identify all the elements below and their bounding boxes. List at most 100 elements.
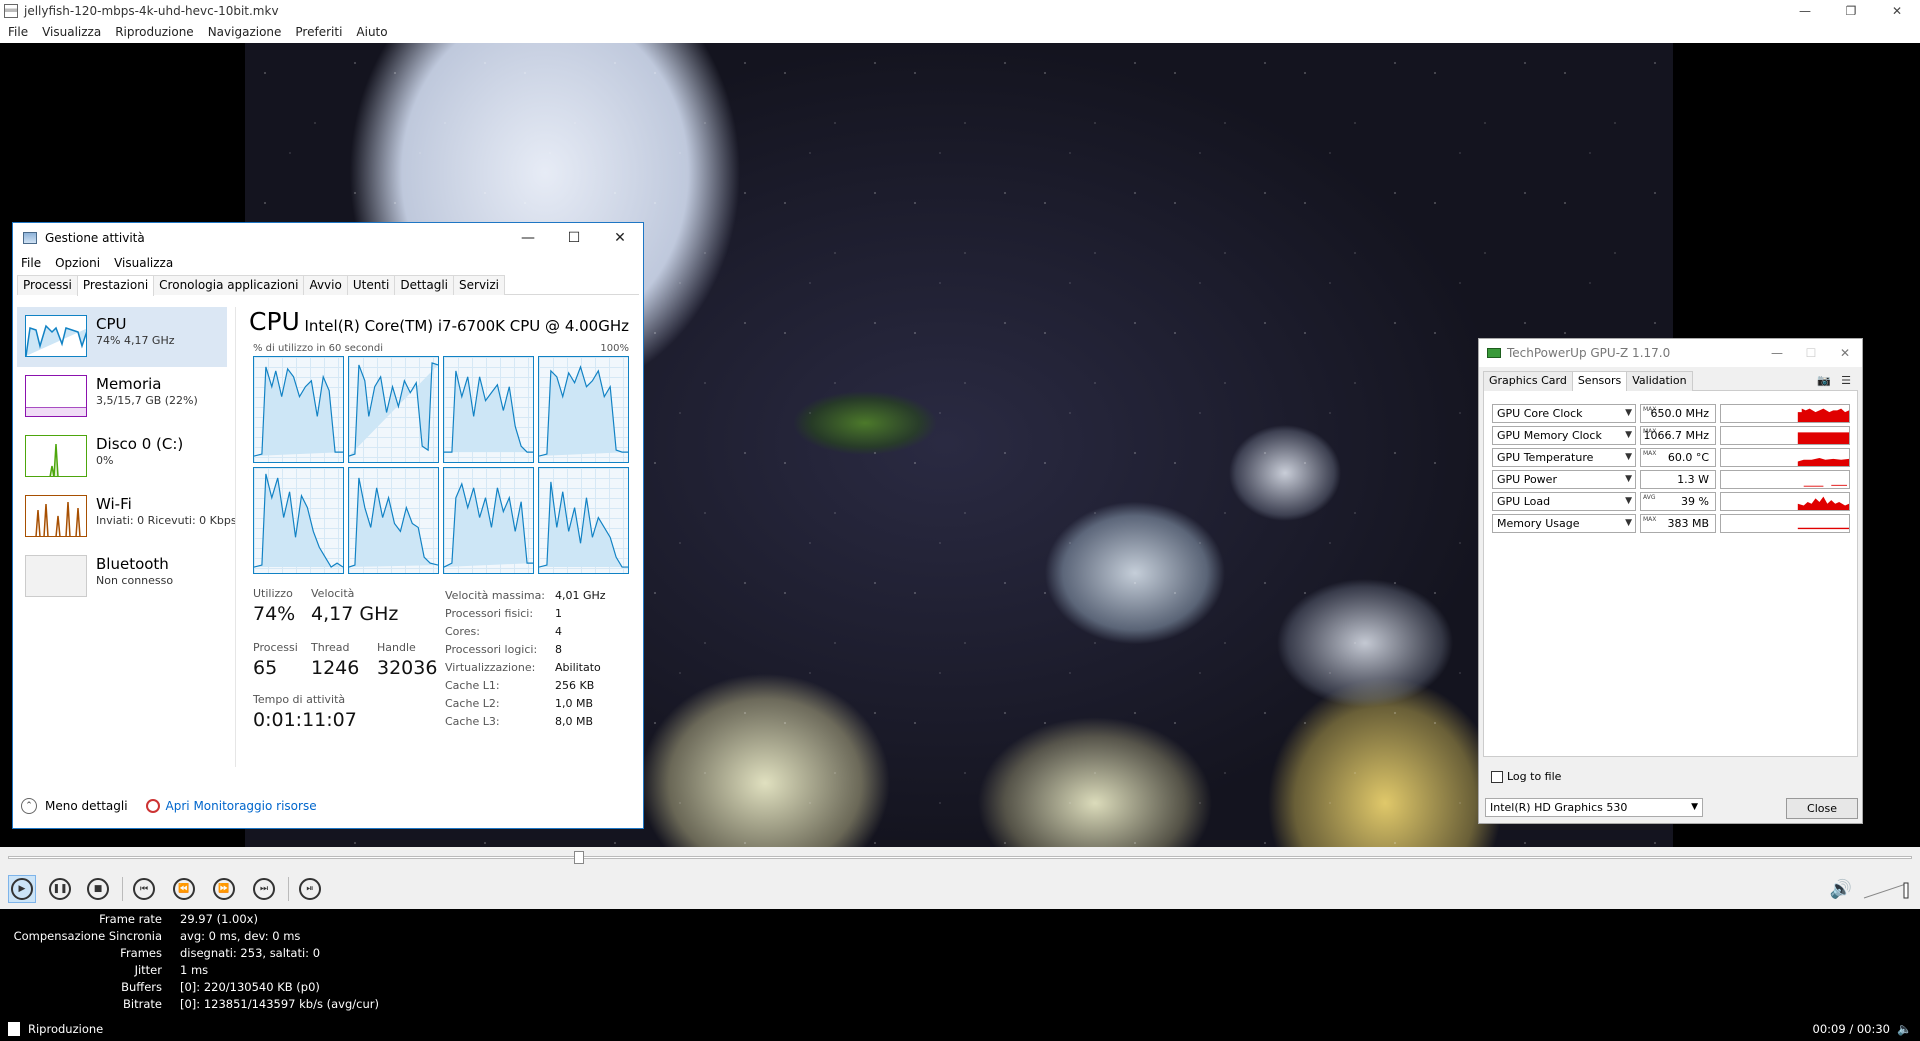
processi-value: 65 (253, 657, 278, 679)
tab-dettagli[interactable]: Dettagli (394, 275, 455, 295)
skip-forward-icon: ⏭ (253, 878, 275, 900)
core-graph (443, 356, 534, 463)
playback-controls: ▶ ❚❚ ■ ⏮ ⏪ ⏩ ⏭ ⏯ 🔊 (0, 869, 1920, 909)
gpuz-close-button[interactable]: Close (1786, 798, 1858, 819)
rewind-icon: ⏪ (173, 878, 195, 900)
stop-button[interactable]: ■ (84, 875, 112, 903)
velocita-label: Velocità (311, 587, 355, 600)
seek-thumb[interactable] (574, 851, 585, 864)
resource-list: CPU 74% 4,17 GHz Memoria 3,5/15,7 GB (22… (17, 307, 237, 607)
sensor-name-dropdown[interactable]: GPU Core Clock ▼ (1492, 404, 1636, 423)
tm-menu-file[interactable]: File (21, 256, 41, 270)
core-graph (538, 467, 629, 574)
velocita-value: 4,17 GHz (311, 603, 399, 625)
bluetooth-thumbnail (25, 555, 87, 597)
volume-icon[interactable]: 🔊 (1828, 878, 1854, 900)
log-to-file[interactable]: Log to file (1491, 770, 1561, 783)
dropdown-arrow-icon: ▼ (1625, 430, 1632, 440)
log-to-file-checkbox[interactable] (1491, 770, 1503, 783)
tab-graphics-card[interactable]: Graphics Card (1483, 371, 1573, 391)
stat-row: Frames disegnati: 253, saltati: 0 (120, 946, 321, 960)
sensor-value: MAX 650.0 MHz (1640, 404, 1716, 423)
gpu-select[interactable]: Intel(R) HD Graphics 530 ▼ (1485, 798, 1703, 817)
tab-prestazioni[interactable]: Prestazioni (76, 275, 155, 296)
tm-minimize-button[interactable]: — (505, 223, 551, 253)
dropdown-arrow-icon: ▼ (1691, 802, 1698, 812)
sensor-name-dropdown[interactable]: Memory Usage ▼ (1492, 514, 1636, 533)
previous-button[interactable]: ⏮ (130, 875, 158, 903)
tab-sensors[interactable]: Sensors (1571, 371, 1628, 392)
pause-button[interactable]: ❚❚ (46, 875, 74, 903)
open-resource-monitor-link[interactable]: Apri Monitoraggio risorse (166, 799, 317, 813)
minimize-button[interactable]: — (1782, 0, 1828, 21)
tm-menu-visualizza[interactable]: Visualizza (114, 256, 173, 270)
uptime-label: Tempo di attività (253, 693, 346, 706)
menu-icon[interactable]: ☰ (1838, 373, 1854, 387)
tab-servizi[interactable]: Servizi (453, 275, 506, 295)
camera-icon[interactable]: 📷 (1816, 373, 1832, 387)
tab-processi[interactable]: Processi (17, 275, 78, 295)
detail-value: 1,0 MB (555, 697, 594, 710)
less-details-button[interactable]: Meno dettagli (45, 799, 128, 813)
chevron-up-icon[interactable]: ⌃ (21, 798, 37, 814)
sensor-name-dropdown[interactable]: GPU Memory Clock ▼ (1492, 426, 1636, 445)
menu-riproduzione[interactable]: Riproduzione (115, 25, 194, 39)
stop-icon: ■ (87, 878, 109, 900)
restore-button[interactable]: ❐ (1828, 0, 1874, 21)
menu-navigazione[interactable]: Navigazione (208, 25, 282, 39)
volume-slider[interactable] (1862, 880, 1910, 900)
gpuz-maximize-button[interactable]: ☐ (1794, 339, 1828, 367)
tm-footer: ⌃ Meno dettagli Apri Monitoraggio risors… (21, 796, 317, 816)
frame-step-button[interactable]: ⏯ (296, 875, 324, 903)
resource-memoria[interactable]: Memoria 3,5/15,7 GB (22%) (17, 367, 227, 427)
sensor-row: GPU Temperature ▼ MAX 60.0 °C (1492, 447, 1854, 469)
dropdown-arrow-icon: ▼ (1625, 496, 1632, 506)
close-button[interactable]: ✕ (1874, 0, 1920, 21)
sensor-name-dropdown[interactable]: GPU Temperature ▼ (1492, 448, 1636, 467)
sensor-name-dropdown[interactable]: GPU Load ▼ (1492, 492, 1636, 511)
forward-button[interactable]: ⏩ (210, 875, 238, 903)
sensor-graph (1720, 426, 1850, 445)
resource-cpu[interactable]: CPU 74% 4,17 GHz (17, 307, 227, 367)
play-icon: ▶ (11, 878, 33, 900)
resource-bluetooth[interactable]: Bluetooth Non connesso (17, 547, 227, 607)
disk-thumbnail (25, 435, 87, 477)
core-graph (348, 356, 439, 463)
player-statusbar: Riproduzione 00:09 / 00:30 🔈 (0, 1016, 1920, 1041)
pause-icon: ❚❚ (49, 878, 71, 900)
gpuz-title: TechPowerUp GPU-Z 1.17.0 (1507, 346, 1671, 360)
sensor-row: GPU Core Clock ▼ MAX 650.0 MHz (1492, 403, 1854, 425)
seek-track[interactable] (8, 856, 1912, 859)
time-display: 00:09 / 00:30 (1812, 1021, 1890, 1036)
detail-label: Velocità massima: (445, 589, 546, 602)
rewind-button[interactable]: ⏪ (170, 875, 198, 903)
resource-disco[interactable]: Disco 0 (C:) 0% (17, 427, 227, 487)
tm-menu-opzioni[interactable]: Opzioni (55, 256, 100, 270)
sensor-name-dropdown[interactable]: GPU Power ▼ (1492, 470, 1636, 489)
dropdown-arrow-icon: ▼ (1625, 452, 1632, 462)
tm-close-button[interactable]: ✕ (597, 223, 643, 253)
stat-row: Bitrate [0]: 123851/143597 kb/s (avg/cur) (123, 997, 379, 1011)
seek-bar[interactable] (0, 847, 1920, 869)
tab-cronologia-applicazioni[interactable]: Cronologia applicazioni (153, 275, 305, 295)
detail-value: 8 (555, 643, 562, 656)
menu-preferiti[interactable]: Preferiti (295, 25, 342, 39)
play-button[interactable]: ▶ (8, 875, 36, 903)
gpuz-close-window-button[interactable]: ✕ (1828, 339, 1862, 367)
cpu-core-graphs (253, 356, 629, 574)
tab-validation[interactable]: Validation (1626, 371, 1693, 391)
stat-row: Compensazione Sincronia avg: 0 ms, dev: 0… (13, 929, 301, 943)
tab-avvio[interactable]: Avvio (303, 275, 348, 295)
menu-aiuto[interactable]: Aiuto (356, 25, 387, 39)
tab-utenti[interactable]: Utenti (346, 275, 396, 295)
gpuz-minimize-button[interactable]: — (1760, 339, 1794, 367)
core-graph (538, 356, 629, 463)
menu-file[interactable]: File (8, 25, 28, 39)
speaker-icon[interactable]: 🔈 (1897, 1022, 1912, 1036)
tm-maximize-button[interactable]: ☐ (551, 223, 597, 253)
wifi-thumbnail (25, 495, 87, 537)
next-button[interactable]: ⏭ (250, 875, 278, 903)
sensor-graph (1720, 448, 1850, 467)
resource-wifi[interactable]: Wi-Fi Inviati: 0 Ricevuti: 0 Kbps (17, 487, 237, 547)
menu-visualizza[interactable]: Visualizza (42, 25, 101, 39)
